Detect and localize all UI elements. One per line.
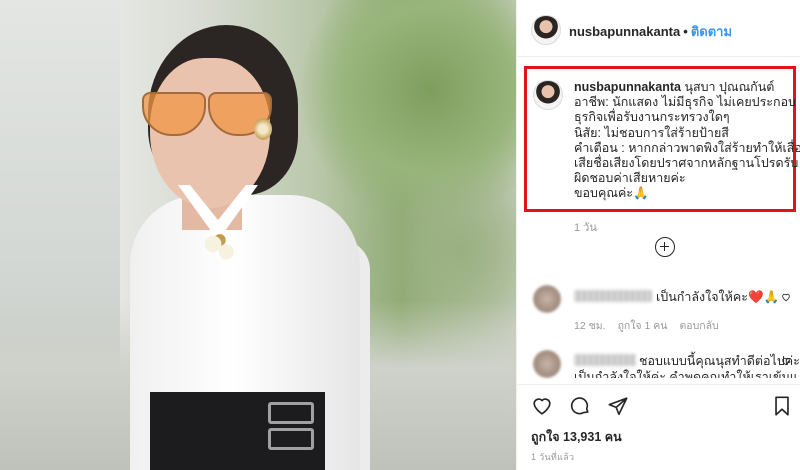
caption-text: ขอบคุณค่ะ🙏 [574, 186, 649, 201]
caption-text: ธุรกิจเพื่อรับงานกระทรวงใดๆ [574, 110, 730, 125]
heart-icon[interactable] [531, 395, 553, 417]
post-side-panel: nusbapunnakanta • ติดตาม nusbapunnakanta น… [516, 0, 800, 470]
caption-username[interactable]: nusbapunnakanta [574, 80, 681, 94]
share-icon[interactable] [607, 395, 629, 417]
caption-text: คำเตือน : หากกล่าวพาดพิงใส่ร้ายทำให้เสื่… [574, 140, 800, 155]
photo-subject-necklace [200, 228, 244, 268]
header-separator: • [683, 24, 688, 39]
photo-subject-sunglasses [142, 92, 272, 136]
load-more-comments-icon[interactable] [655, 237, 675, 257]
bookmark-icon[interactable] [771, 395, 793, 417]
post-header: nusbapunnakanta • ติดตาม [517, 0, 800, 57]
caption-text: เสียชื่อเสียงโดยปราศจากหลักฐานโปรดรับ [574, 156, 799, 171]
likes-count[interactable]: ถูกใจ 13,931 คน [531, 427, 622, 447]
comment-text: เป็นกำลังใจให้คะ❤️🙏 [656, 290, 780, 304]
comment-text-continued: เป็นกำลังใจให้ค่ะ คำพูดคุณทำให้เราเข้มแข… [574, 370, 796, 378]
caption-text: อาชีพ: นักแสดง ไม่มีธุรกิจ ไม่เคยประกอบ [574, 95, 797, 110]
post-caption: nusbapunnakanta นุสบา ปุณณกันต์ อาชีพ: น… [574, 80, 800, 202]
comment-time[interactable]: 12 ชม. [574, 320, 606, 332]
caption-timestamp[interactable]: 1 วัน [574, 218, 597, 236]
comment-heart-icon[interactable] [781, 292, 791, 302]
commenter-avatar[interactable] [533, 285, 561, 313]
caption-line-1: nusbapunnakanta นุสบา ปุณณกันต์ [574, 80, 796, 95]
blurred-commenter-name[interactable] [574, 290, 652, 302]
comment-likes[interactable]: ถูกใจ 1 คน [618, 320, 668, 332]
post-photo[interactable] [0, 0, 516, 470]
comment-meta: 12 ชม. ถูกใจ 1 คน ตอบกลับ [574, 317, 731, 334]
commenter-avatar[interactable] [533, 350, 561, 378]
avatar[interactable] [531, 15, 561, 45]
reply-button[interactable]: ตอบกลับ [679, 320, 718, 332]
header-user-line: nusbapunnakanta • ติดตาม [569, 21, 732, 42]
caption-text: นุสบา ปุณณกันต์ [684, 80, 775, 94]
caption-text: ผิดชอบค่าเสียหายค่ะ [574, 171, 686, 186]
post-action-bar [517, 384, 800, 427]
photo-subject-earring [254, 118, 272, 140]
belt-buckle [268, 428, 314, 450]
header-username[interactable]: nusbapunnakanta [569, 24, 680, 39]
follow-button[interactable]: ติดตาม [691, 24, 732, 39]
caption-text: นิสัย: ไม่ชอบการใส่ร้ายป้ายสี [574, 125, 729, 140]
comment-icon[interactable] [569, 395, 591, 417]
caption-avatar[interactable] [533, 80, 563, 110]
sunglasses-lens-left [142, 92, 206, 136]
post-date[interactable]: 1 วันที่แล้ว [531, 450, 574, 464]
comment-heart-icon[interactable] [781, 356, 791, 366]
belt-buckle [268, 402, 314, 424]
blurred-commenter-name[interactable] [574, 354, 636, 366]
